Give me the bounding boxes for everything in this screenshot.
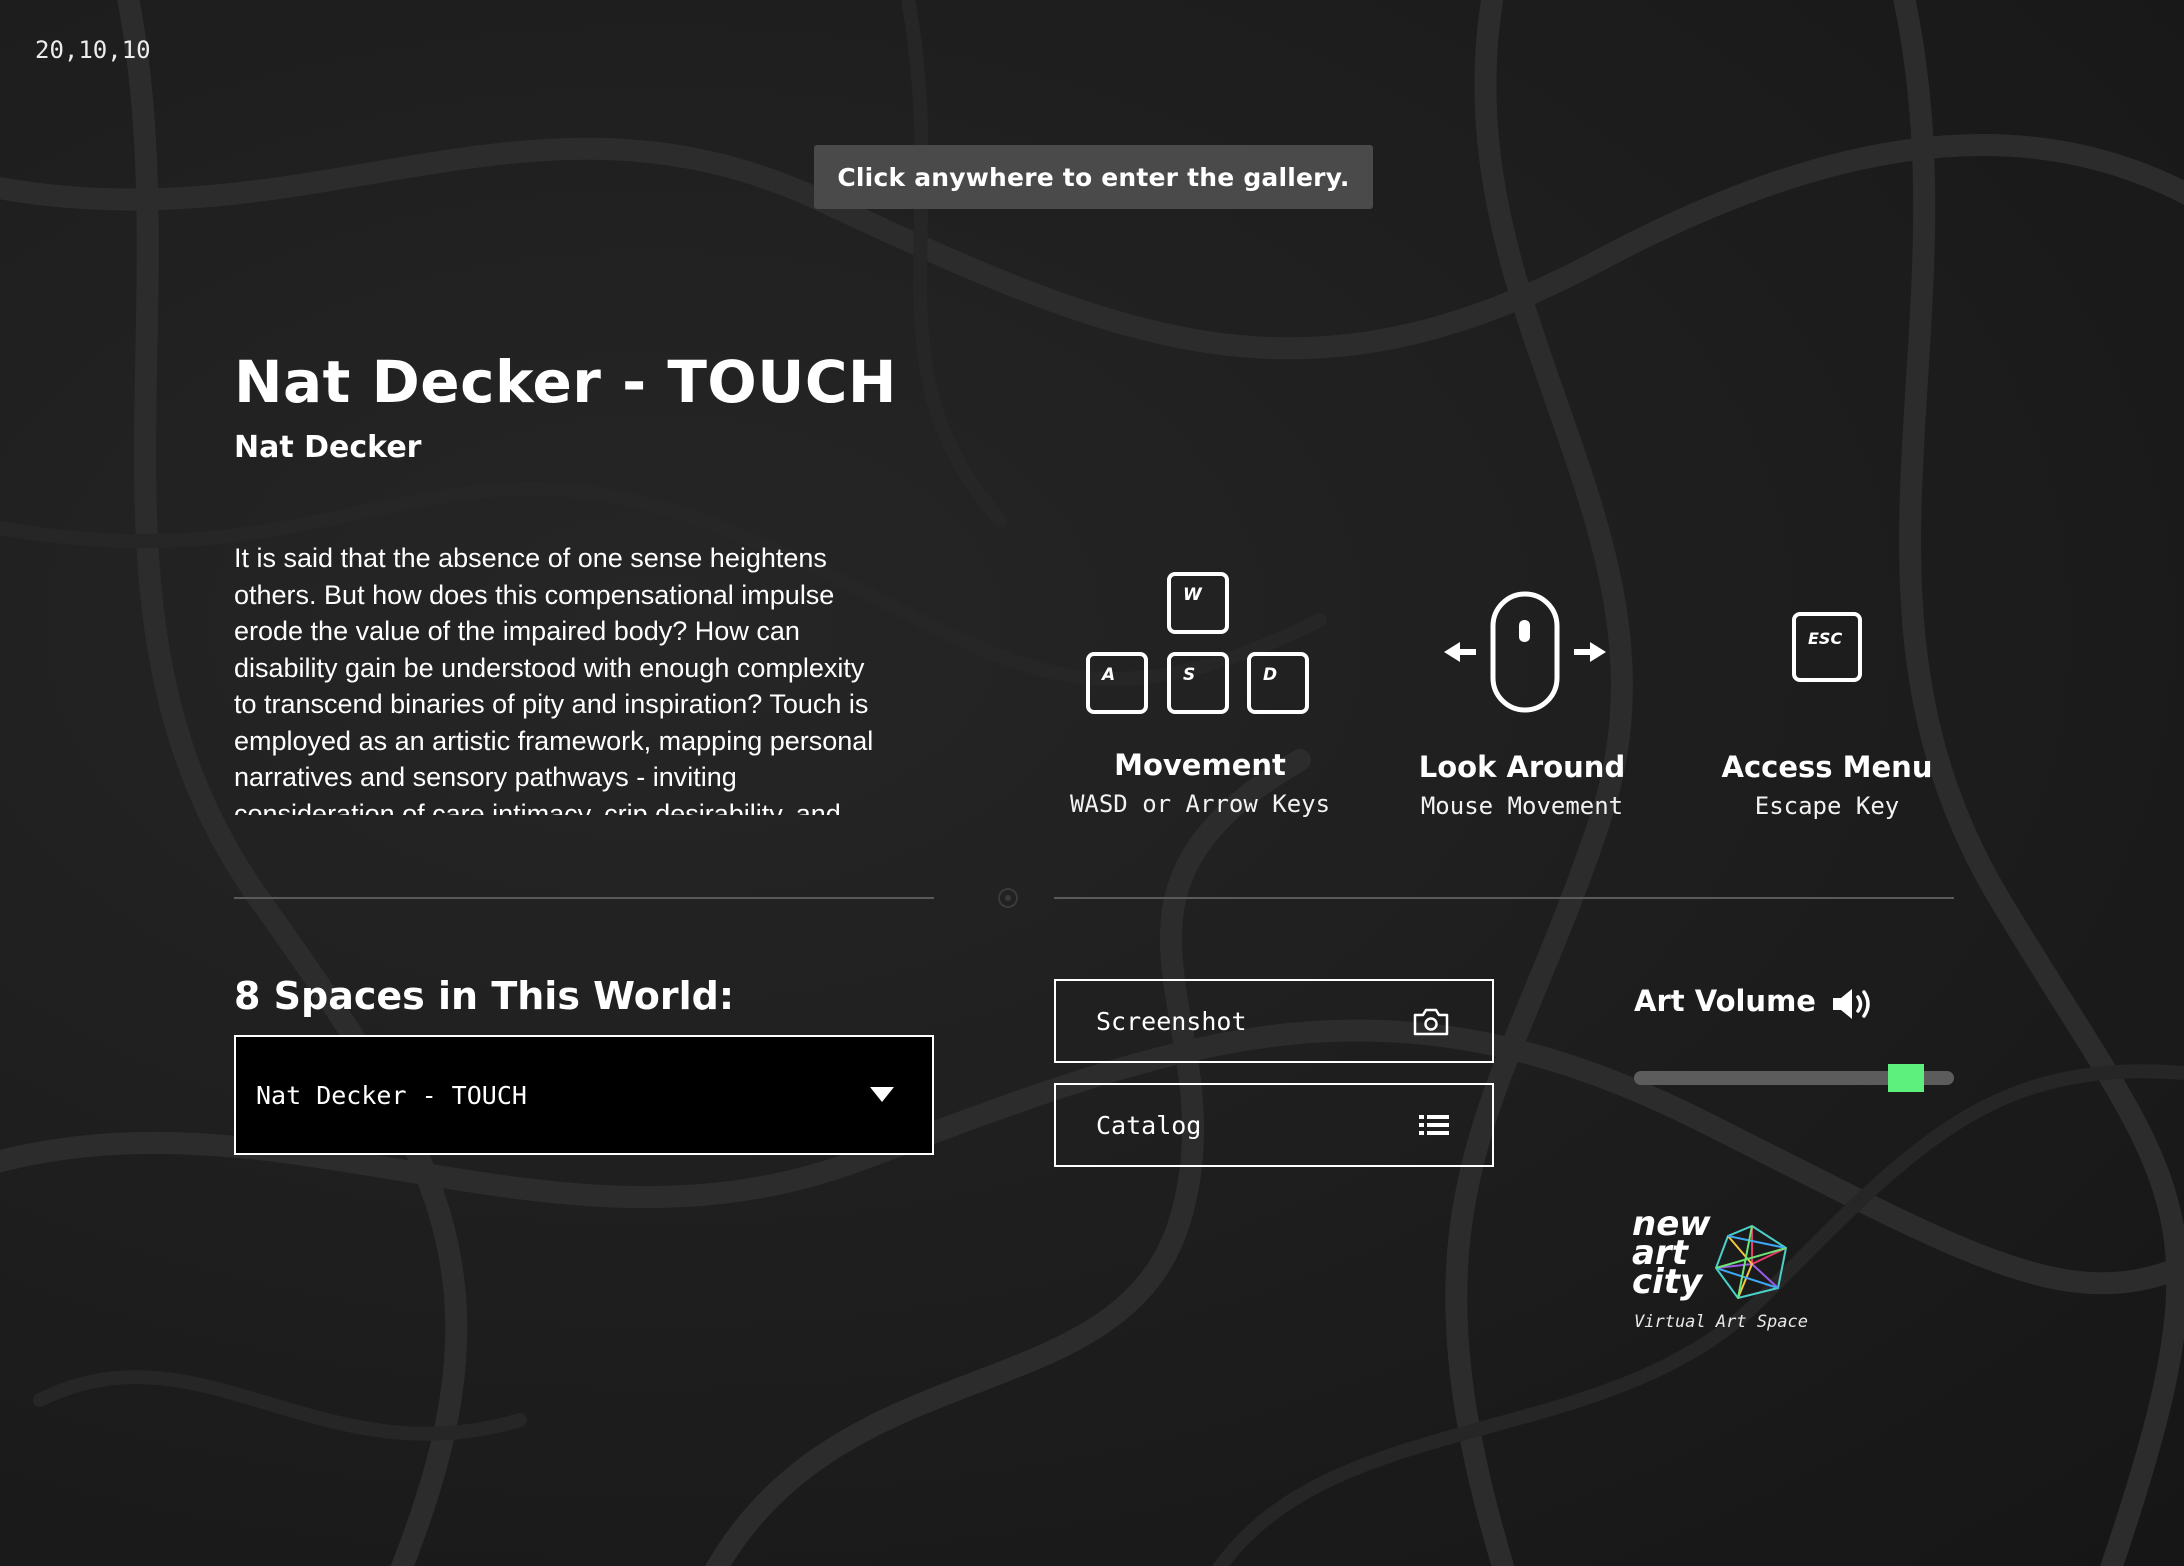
movement-title: Movement bbox=[1114, 748, 1286, 782]
key-a: A bbox=[1086, 652, 1148, 714]
mouse-icon bbox=[1444, 591, 1606, 713]
enter-gallery-banner[interactable]: Click anywhere to enter the gallery. bbox=[814, 145, 1373, 209]
gallery-entry-screen[interactable]: 20,10,10 Click anywhere to enter the gal… bbox=[0, 0, 2184, 1566]
art-volume-slider[interactable] bbox=[1634, 1064, 1954, 1092]
logo-tagline: Virtual Art Space bbox=[1634, 1312, 1808, 1332]
access-menu-control: Access Menu Escape Key bbox=[1677, 750, 1977, 820]
list-icon bbox=[1419, 1115, 1449, 1135]
camera-icon bbox=[1413, 1008, 1449, 1036]
speaker-icon[interactable] bbox=[1830, 984, 1878, 1024]
key-d: D bbox=[1247, 652, 1309, 714]
space-select[interactable]: Nat Decker - TOUCH bbox=[234, 1035, 934, 1155]
catalog-button-label: Catalog bbox=[1096, 1111, 1202, 1140]
key-w: W bbox=[1167, 572, 1229, 634]
arrow-right-icon bbox=[1574, 642, 1606, 662]
new-art-city-logo: new art city bbox=[1632, 1207, 1711, 1302]
look-around-subtitle: Mouse Movement bbox=[1420, 792, 1624, 820]
chevron-down-icon bbox=[870, 1087, 894, 1102]
crosshair-icon bbox=[998, 888, 1018, 908]
look-around-title: Look Around bbox=[1418, 750, 1626, 784]
art-volume-slider-thumb[interactable] bbox=[1888, 1064, 1924, 1092]
key-esc-label: ESC bbox=[1808, 629, 1843, 648]
movement-subtitle: WASD or Arrow Keys bbox=[1069, 790, 1331, 818]
key-a-label: A bbox=[1102, 665, 1116, 685]
logo-line-city: city bbox=[1632, 1262, 1703, 1302]
access-menu-subtitle: Escape Key bbox=[1754, 792, 1900, 820]
spaces-heading: 8 Spaces in This World: bbox=[234, 974, 735, 1018]
art-volume-label: Art Volume bbox=[1634, 984, 1816, 1018]
artist-name: Nat Decker bbox=[234, 430, 422, 465]
screenshot-button[interactable]: Screenshot bbox=[1054, 979, 1494, 1063]
exhibit-title: Nat Decker - TOUCH bbox=[234, 348, 897, 416]
key-s: S bbox=[1167, 652, 1229, 714]
look-around-control: Look Around Mouse Movement bbox=[1372, 750, 1672, 820]
key-s-label: S bbox=[1183, 665, 1196, 685]
coordinates-readout: 20,10,10 bbox=[35, 36, 151, 64]
key-w-label: W bbox=[1183, 585, 1202, 605]
access-menu-title: Access Menu bbox=[1721, 750, 1933, 784]
divider-left bbox=[234, 897, 934, 899]
arrow-left-icon bbox=[1444, 642, 1476, 662]
key-esc: ESC bbox=[1792, 612, 1862, 682]
space-select-value: Nat Decker - TOUCH bbox=[256, 1081, 527, 1110]
screenshot-button-label: Screenshot bbox=[1096, 1007, 1247, 1036]
polyhedron-logo-icon bbox=[1714, 1224, 1788, 1300]
movement-control: Movement WASD or Arrow Keys bbox=[1050, 748, 1350, 818]
exhibit-description: It is said that the absence of one sense… bbox=[234, 543, 874, 815]
key-d-label: D bbox=[1263, 665, 1278, 685]
catalog-button[interactable]: Catalog bbox=[1054, 1083, 1494, 1167]
divider-right bbox=[1054, 897, 1954, 899]
